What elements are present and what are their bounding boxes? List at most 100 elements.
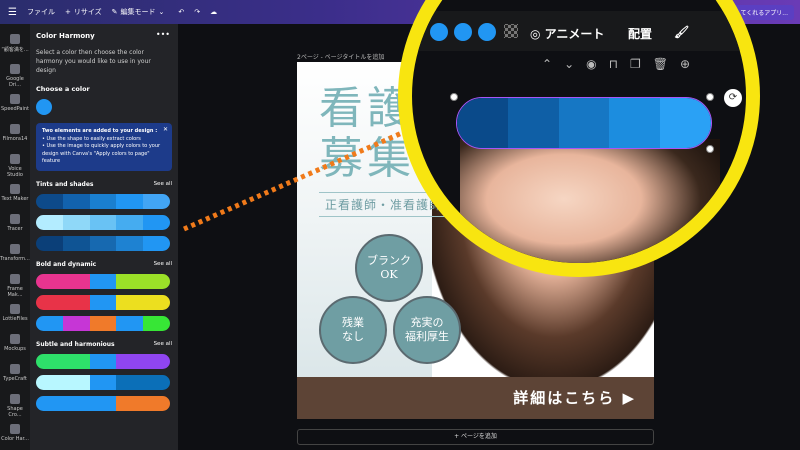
palette-color [89,294,117,310]
harmony-section-header: Tints and shades See all [36,181,172,188]
rail-app-item[interactable]: Mockups [0,334,30,352]
palette-bar[interactable] [36,315,170,331]
eye-icon[interactable]: ◉ [586,57,608,71]
panel-description: Select a color then choose the color har… [36,49,151,74]
rail-app-item[interactable]: LottieFiles [0,304,30,322]
palette-color [89,395,117,411]
rail-app-item[interactable]: Shape Cro... [0,394,30,418]
palette-color [36,214,63,230]
resize-label: リサイズ [73,8,102,16]
design-footer[interactable]: 詳細はこちら ▶ [297,377,654,419]
app-icon [10,364,20,374]
rail-app-item[interactable]: Tracer [0,214,30,232]
rail-app-item[interactable]: Color Har... [0,424,30,442]
add-page-button[interactable]: + ページを追加 [297,429,654,445]
app-icon [10,34,20,44]
rail-app-label: Transform... [0,256,30,262]
cloud-sync-icon[interactable]: ☁ [210,8,217,16]
palette-bar[interactable] [36,374,170,390]
app-icon [10,124,20,134]
palette-bar[interactable] [36,273,170,289]
rail-app-item[interactable]: Transform... [0,244,30,262]
rail-app-item[interactable]: TypeCraft [0,364,30,382]
resize-handle[interactable] [706,93,714,101]
app-icon [10,184,20,194]
hamburger-icon[interactable]: ☰ [8,7,17,18]
close-icon[interactable]: ✕ [163,126,168,134]
palette-color [89,273,117,289]
color-chip-1[interactable] [430,23,448,41]
palette-bar[interactable] [36,294,170,310]
animate-label: アニメート [544,27,605,41]
rail-app-item[interactable]: “顧客満を... [0,34,30,53]
chevron-down-icon[interactable]: ⌄ [564,57,586,71]
palette-color [36,273,63,289]
see-all-link[interactable]: See all [154,341,172,348]
selected-color-swatch[interactable] [36,99,52,115]
palette-bar[interactable] [36,193,170,209]
palette-color [143,294,170,310]
color-chip-3[interactable] [478,23,496,41]
rail-app-label: “顧客満を... [1,47,29,53]
palette-bar[interactable] [36,214,170,230]
rotate-icon[interactable]: ⟳ [724,89,742,107]
edit-mode-button[interactable]: ✎ 編集モード ⌄ [112,7,165,17]
rail-app-item[interactable]: Frame Mak... [0,274,30,298]
info-line-2: • Use the image to quickly apply colors … [42,143,161,164]
circle-no-overtime[interactable]: 残業 なし [319,296,387,364]
palette-color [89,315,117,331]
file-menu[interactable]: ファイル [27,7,55,17]
palette-color [89,235,117,251]
palette-color [36,235,63,251]
palette-color [89,374,117,390]
resize-button[interactable]: + リサイズ [65,7,102,17]
page-title-label[interactable]: 2ページ - ページタイトルを追加 [297,52,384,61]
circle-benefits[interactable]: 充実の 福利厚生 [393,296,461,364]
palette-color [36,395,63,411]
palette-color [36,353,63,369]
palette-color [62,395,90,411]
see-all-link[interactable]: See all [154,181,172,188]
paint-roller-icon[interactable]: 🖌 [674,25,689,39]
rail-app-item[interactable]: Google Dri... [0,64,30,88]
resize-handle[interactable] [706,145,714,153]
palette-color [116,235,144,251]
palette-color [143,214,170,230]
redo-icon[interactable]: ↷ [194,8,200,16]
undo-icon[interactable]: ↶ [178,8,184,16]
animate-button[interactable]: ◎ アニメート [530,25,604,42]
circle-blank-ok[interactable]: ブランク OK [355,234,423,302]
rail-app-label: Color Har... [1,436,29,442]
rail-app-item[interactable]: Text Maker [0,184,30,202]
palette-bar[interactable] [36,395,170,411]
color-chip-2[interactable] [454,23,472,41]
arrange-button[interactable]: 配置 [628,25,652,42]
transparency-icon[interactable] [504,24,518,38]
lock-icon[interactable]: ⊓ [609,57,630,71]
resize-handle[interactable] [450,93,458,101]
palette-color [89,193,117,209]
trash-icon[interactable]: 🗑 [653,57,680,71]
chevron-up-icon[interactable]: ⌃ [542,57,564,71]
palette-color [36,294,63,310]
copy-icon[interactable]: ❐ [630,57,653,71]
palette-color [116,193,144,209]
palette-bar[interactable] [36,235,170,251]
pill-color [609,98,661,148]
rail-app-item[interactable]: SpeedPaint [0,94,30,112]
palette-color [62,235,90,251]
extracted-colors-shape[interactable] [456,97,712,149]
rail-app-item[interactable]: Voice Studio [0,154,30,178]
more-options-icon[interactable]: ••• [156,30,170,39]
rail-app-label: LottieFiles [2,316,28,322]
palette-bar[interactable] [36,353,170,369]
add-icon[interactable]: ⊕ [680,57,702,71]
rail-app-label: TypeCraft [3,376,27,382]
panel-title: Color Harmony [36,32,95,40]
section-title: Tints and shades [36,180,94,188]
palette-color [62,315,90,331]
palette-color [62,294,90,310]
pill-color [507,98,559,148]
see-all-link[interactable]: See all [154,261,172,268]
rail-app-item[interactable]: Filmora14 [0,124,30,142]
